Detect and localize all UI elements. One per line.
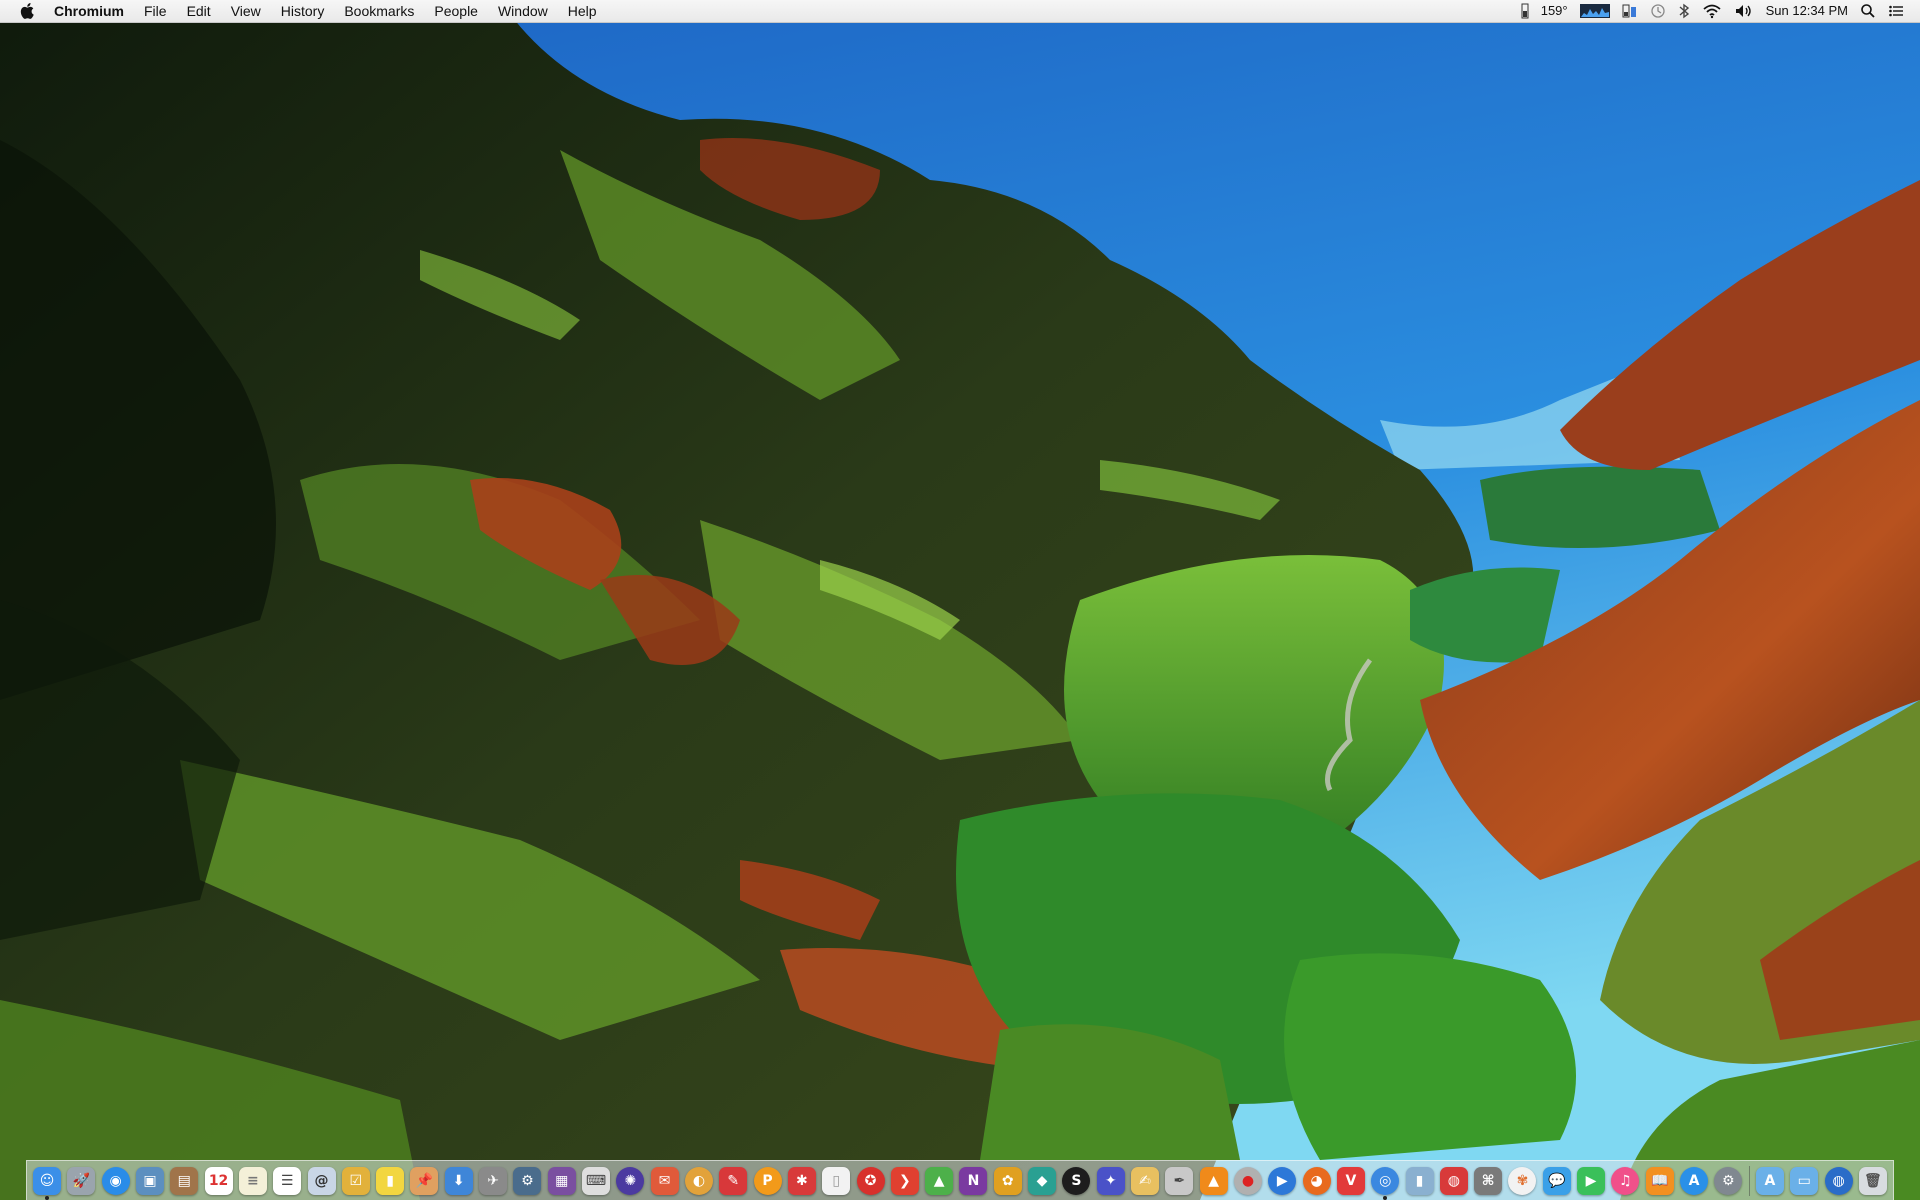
dock-notes-icon[interactable]: ≡ [238,1166,267,1195]
dock-downloads-icon[interactable]: ⬇ [444,1166,473,1195]
dock-stickies-icon[interactable]: ▮ [376,1166,405,1195]
dock-ibooks-icon[interactable]: 📖 [1645,1166,1674,1195]
menu-window[interactable]: Window [488,0,558,22]
dock-record-icon[interactable]: ● [1233,1166,1262,1195]
dock-keyboard-icon[interactable]: ⌨ [582,1166,610,1195]
menu-edit[interactable]: Edit [177,0,221,22]
battery-icon[interactable] [1616,3,1644,19]
notification-center-icon[interactable] [1882,3,1910,19]
dock-messages-icon[interactable]: 💬 [1542,1166,1571,1195]
menu-bar-left: Chromium File Edit View History Bookmark… [0,0,607,22]
dock-plane-icon[interactable]: ✈ [479,1166,508,1195]
dock-colorsync-icon[interactable]: ◐ [684,1166,713,1195]
dock-airmail-icon[interactable]: ✉ [650,1166,679,1195]
menu-app-name[interactable]: Chromium [48,0,134,22]
dock-calendar-icon[interactable]: 12 [204,1166,233,1195]
dock-app-store-icon[interactable]: A [1680,1166,1708,1195]
dock-photos-icon[interactable]: ✾ [1508,1166,1537,1195]
dock-onenote-icon[interactable]: N [959,1166,988,1195]
dock-todo-icon[interactable]: ☑ [341,1166,370,1195]
dock-script-editor-icon[interactable]: ✒ [1165,1166,1194,1195]
dock-facetime-icon[interactable]: ▶ [1577,1166,1606,1195]
dock-separator [1748,1165,1750,1196]
dock-notebook-icon[interactable]: ▤ [170,1166,199,1195]
wallpaper [0,0,1920,1200]
apple-logo-icon[interactable] [18,3,36,19]
dock-textedit-icon[interactable]: ✍ [1131,1166,1159,1195]
wifi-icon[interactable] [1696,3,1728,19]
dock-photo-slideshow-icon[interactable]: ▦ [547,1166,576,1195]
dock-gift-icon[interactable]: ✱ [787,1166,816,1195]
dock: ☺ 🚀 ◉ ▣ ▤ 12 ≡ ☰ @ ☑ ▮ 📌 ⬇ ✈ ⚙ ▦ ⌨ ✺ ✉ ◐ ✎ P ✱ ▯ ✪ ❯ ▲ N ✿ ◆ S ✦ ✍ ✒ ▲ ● ▶ ◕ V… [26,1160,1894,1200]
dock-preview-icon[interactable]: ▣ [135,1166,164,1195]
dock-contacts-icon[interactable]: @ [307,1166,336,1195]
dock-firefox-icon[interactable]: ◕ [1302,1166,1331,1195]
dock-safari-icon[interactable]: ◉ [101,1166,130,1195]
running-indicator [1383,1195,1388,1200]
menu-people[interactable]: People [424,0,488,22]
desktop: Chromium File Edit View History Bookmark… [0,0,1920,1200]
spotlight-icon[interactable] [1854,3,1882,19]
menu-bar: Chromium File Edit View History Bookmark… [0,0,1920,23]
clock[interactable]: Sun 12:34 PM [1760,0,1854,22]
dock-vlc-icon[interactable]: ▲ [1199,1166,1228,1195]
cpu-graph-icon[interactable] [1574,3,1616,19]
dock-photo-viewer-icon[interactable]: ▲ [925,1166,954,1195]
dock-documents-folder-icon[interactable]: ▭ [1790,1166,1819,1195]
dock-dropbox-like-icon[interactable]: ◆ [1028,1166,1057,1195]
dock-pushpin-red-icon[interactable]: ✎ [719,1166,748,1195]
dock-reminders-icon[interactable]: ☰ [273,1166,302,1195]
dock-mango-icon[interactable]: ❯ [890,1166,919,1195]
dock-itunes-icon[interactable]: ♫ [1611,1166,1640,1195]
dock-quicktime-icon[interactable]: ▶ [1268,1166,1297,1195]
dock-launchpad-icon[interactable]: 🚀 [67,1166,96,1195]
dock-globe-downloads-icon[interactable]: ◍ [1824,1166,1853,1195]
dock-scrivener-icon[interactable]: S [1062,1166,1091,1195]
dock-vivaldi-icon[interactable]: V [1336,1166,1365,1195]
menu-bookmarks[interactable]: Bookmarks [334,0,424,22]
dock-dashboard-icon[interactable]: ✺ [616,1166,645,1195]
menu-history[interactable]: History [271,0,335,22]
bluetooth-icon[interactable] [1672,3,1696,19]
dock-chromium-icon[interactable]: ◎ [1371,1166,1400,1200]
temperature-readout[interactable]: 159° [1535,0,1574,22]
dock-pin-icon[interactable]: 📌 [410,1166,439,1195]
dock-trash-icon[interactable]: 🗑 [1858,1166,1887,1195]
dock-photo-booth-icon[interactable]: ◍ [1439,1166,1468,1195]
dock-flash-icon[interactable]: ✪ [856,1166,885,1195]
running-indicator [45,1195,49,1200]
dock-blank-doc-icon[interactable]: ▯ [822,1166,851,1195]
dock-pages-icon[interactable]: P [753,1166,782,1195]
menu-file[interactable]: File [134,0,177,22]
time-machine-icon[interactable] [1644,3,1672,19]
menu-bar-status: 159° Sun 12:34 PM [1515,0,1920,22]
dock-toolbox-icon[interactable]: ⚙ [513,1166,542,1195]
dock-system-preferences-icon[interactable]: ⚙ [1714,1166,1743,1195]
memory-monitor-icon[interactable] [1515,3,1535,19]
dock-bug-icon[interactable]: ✿ [993,1166,1022,1195]
dock-applications-folder-icon[interactable]: A [1755,1166,1784,1195]
dock-bottle-icon[interactable]: ▮ [1405,1166,1434,1195]
volume-icon[interactable] [1728,3,1760,19]
dock-paint-icon[interactable]: ✦ [1096,1166,1125,1195]
menu-view[interactable]: View [221,0,271,22]
dock-finder-icon[interactable]: ☺ [33,1166,61,1200]
menu-help[interactable]: Help [558,0,607,22]
dock-utility-icon[interactable]: ⌘ [1474,1166,1503,1195]
